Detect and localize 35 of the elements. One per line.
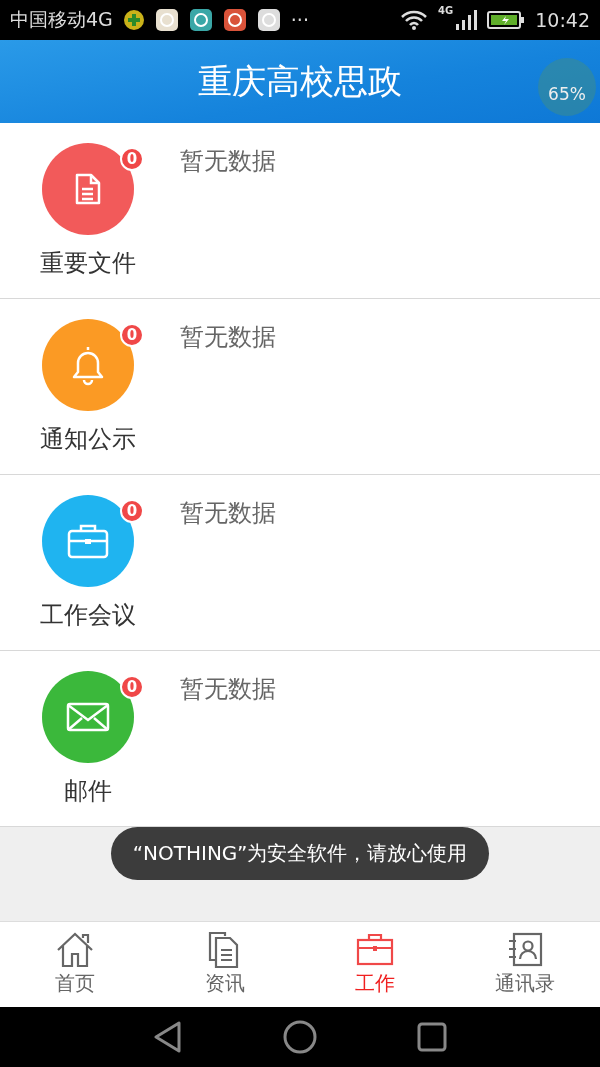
battery-icon — [487, 10, 526, 30]
recents-icon[interactable] — [417, 1022, 447, 1052]
plus-icon — [122, 9, 145, 31]
empty-message: 暂无数据 — [180, 146, 276, 177]
category-label: 重要文件 — [40, 248, 136, 279]
count-badge: 0 — [120, 499, 144, 523]
app-title: 重庆高校思政 — [198, 59, 402, 103]
app-notification-icon — [222, 8, 247, 32]
category-label: 邮件 — [64, 776, 112, 807]
toast-message: “NOTHING”为安全软件，请放心使用 — [110, 827, 490, 880]
empty-message: 暂无数据 — [180, 322, 276, 353]
network-type: 4G — [438, 5, 454, 16]
category-label: 通知公示 — [40, 424, 136, 455]
empty-message: 暂无数据 — [180, 674, 276, 705]
tab[interactable]: 资讯 — [150, 922, 300, 1007]
carrier-name: 中国移动4G — [10, 7, 113, 32]
back-icon[interactable] — [153, 1021, 183, 1053]
floating-ball[interactable]: 65% — [538, 58, 596, 116]
home-icon[interactable] — [283, 1020, 317, 1054]
app-notification-icon — [188, 8, 213, 32]
clock-time: 10:42 — [535, 9, 590, 31]
signal-icon — [455, 9, 478, 31]
app-notification-icon — [154, 8, 179, 32]
count-badge: 0 — [120, 675, 144, 699]
empty-message: 暂无数据 — [180, 498, 276, 529]
wifi-icon — [400, 9, 429, 31]
tab[interactable]: 工作 — [300, 922, 450, 1007]
house-icon — [55, 930, 95, 968]
count-badge: 0 — [120, 323, 144, 347]
count-badge: 0 — [120, 147, 144, 171]
app-notification-icon — [256, 8, 281, 32]
tab[interactable]: 通讯录 — [450, 922, 600, 1007]
tab[interactable]: 首页 — [0, 922, 150, 1007]
more-notifications: ··· — [290, 9, 309, 31]
category-label: 工作会议 — [40, 600, 136, 631]
